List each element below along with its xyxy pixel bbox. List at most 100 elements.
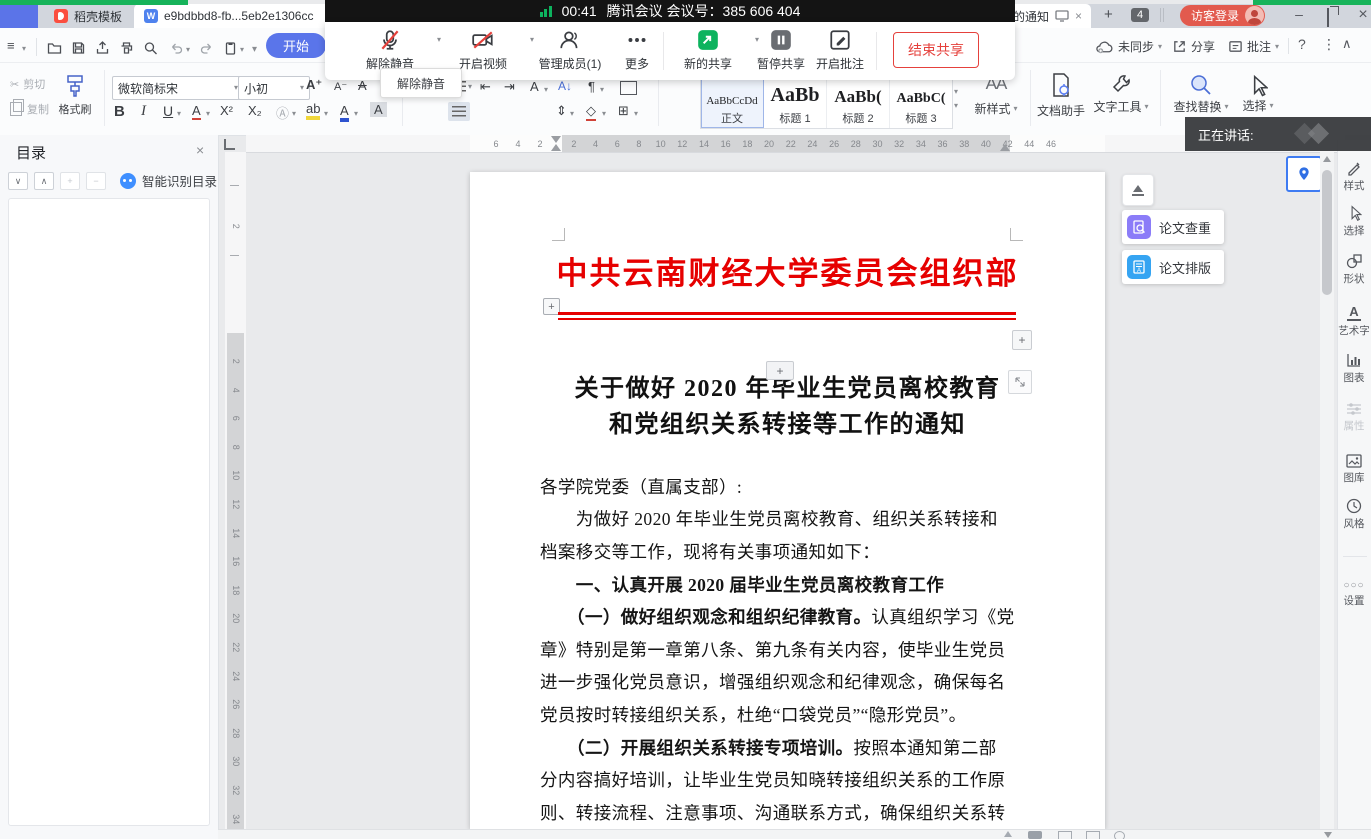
- view-mode-icon[interactable]: [1058, 831, 1072, 839]
- tab-docer-templates[interactable]: 稻壳模板: [44, 4, 132, 28]
- sidebar-item-wordart[interactable]: A 艺术字: [1337, 304, 1371, 338]
- text-tool-button[interactable]: 文字工具▾: [1090, 72, 1152, 115]
- document-page[interactable]: 中共云南财经大学委员会组织部 + + 关于做好 2020 年毕业生党员离校教育 …: [470, 172, 1105, 829]
- wps-home-button[interactable]: [0, 4, 38, 28]
- tab-document[interactable]: W e9bdbbd8-fb...5eb2e1306cc: [134, 4, 334, 28]
- sidebar-item-theme[interactable]: 风格: [1337, 498, 1371, 531]
- hanging-indent-marker[interactable]: [551, 144, 561, 151]
- toc-plus-button[interactable]: +: [60, 172, 80, 190]
- superscript-button[interactable]: X²: [220, 103, 233, 118]
- toc-collapse-button[interactable]: ∧: [34, 172, 54, 190]
- paper-layout-button[interactable]: A 论文排版: [1122, 250, 1224, 284]
- scroll-up-icon[interactable]: [1323, 156, 1331, 162]
- sidebar-item-settings[interactable]: ○○○ 设置: [1337, 580, 1371, 608]
- close-window-button[interactable]: ×: [1352, 6, 1371, 24]
- print-button[interactable]: [118, 40, 135, 56]
- guest-login-button[interactable]: 访客登录: [1180, 5, 1265, 26]
- print-preview-button[interactable]: [142, 40, 159, 56]
- underline-button[interactable]: U: [163, 103, 173, 119]
- gallery-down-icon[interactable]: ▾: [954, 88, 958, 96]
- sync-status-button[interactable]: 未同步 ▾: [1095, 38, 1162, 55]
- more-tools-caret-icon[interactable]: ▾: [252, 45, 257, 55]
- view-mode-icon[interactable]: [1086, 831, 1100, 839]
- tab-list-handle[interactable]: [1160, 8, 1164, 22]
- sidebar-item-gallery[interactable]: 图库: [1337, 454, 1371, 485]
- start-video-button[interactable]: 开启视频: [438, 28, 528, 72]
- menu-icon[interactable]: ≡: [7, 38, 15, 53]
- sidebar-item-shapes[interactable]: 形状: [1337, 254, 1371, 286]
- font-color-button[interactable]: A: [340, 103, 349, 122]
- close-tab-icon[interactable]: ×: [1075, 9, 1082, 23]
- doc-text-line[interactable]: （二）开展组织关系转接专项培训。按照本通知第二部: [540, 731, 1020, 764]
- tab-count-badge[interactable]: 4: [1131, 8, 1149, 22]
- new-style-button[interactable]: AA 新样式▾: [968, 74, 1024, 117]
- sidebar-item-select[interactable]: 选择: [1337, 205, 1371, 238]
- paper-check-button[interactable]: 论文查重: [1122, 210, 1224, 244]
- export-button[interactable]: [94, 40, 111, 56]
- borders-button[interactable]: ⊞: [618, 103, 629, 119]
- doc-text-line[interactable]: 档案移交等工作，现将有关事项通知如下：: [540, 535, 1020, 568]
- caret-icon[interactable]: ▾: [22, 45, 26, 53]
- sidebar-item-styles[interactable]: 样式: [1337, 160, 1371, 193]
- doc-text-line[interactable]: 进一步强化党员意识，增强组织观念和纪律观念，确保每名: [540, 666, 1020, 699]
- first-line-indent-marker[interactable]: [551, 136, 561, 143]
- subscript-button[interactable]: X₂: [248, 103, 262, 118]
- tab-stop-selector[interactable]: [224, 139, 235, 150]
- view-mode-icon[interactable]: [1114, 831, 1125, 839]
- font-name-select[interactable]: 微软简标宋 ▾: [112, 76, 244, 100]
- copy-button[interactable]: 复制: [10, 101, 49, 117]
- cut-button[interactable]: ✂ 剪切: [10, 76, 45, 92]
- decrease-indent-button[interactable]: ⇤: [480, 79, 491, 95]
- italic-button[interactable]: I: [141, 103, 146, 120]
- minimize-button[interactable]: –: [1288, 6, 1310, 22]
- sidebar-item-properties[interactable]: 属性: [1337, 402, 1371, 433]
- sidebar-item-chart[interactable]: 图表: [1337, 352, 1371, 385]
- restore-button[interactable]: [1327, 9, 1329, 27]
- meeting-status-bar[interactable]: 00:41 腾讯会议 会议号：385 606 404: [325, 0, 1015, 22]
- text-direction-button[interactable]: A: [530, 79, 539, 94]
- gallery-more-icon[interactable]: ▾: [954, 102, 958, 110]
- open-file-button[interactable]: [46, 40, 63, 56]
- margin-plus-button[interactable]: +: [1012, 330, 1032, 350]
- char-style-button[interactable]: A: [192, 103, 201, 120]
- show-marks-button[interactable]: ¶: [588, 79, 595, 94]
- toc-expand-button[interactable]: ∨: [8, 172, 28, 190]
- comment-button[interactable]: 批注 ▾: [1228, 38, 1279, 55]
- bold-button[interactable]: B: [114, 103, 125, 120]
- char-shading-button[interactable]: A: [370, 102, 387, 117]
- collapse-tools-button[interactable]: [1122, 174, 1154, 206]
- new-tab-button[interactable]: +: [1104, 6, 1113, 23]
- font-size-select[interactable]: 小初 ▾: [238, 76, 310, 100]
- toc-minus-button[interactable]: −: [86, 172, 106, 190]
- annotate-button[interactable]: 开启批注: [795, 28, 885, 72]
- help-icon[interactable]: ?: [1298, 36, 1306, 52]
- highlight-button[interactable]: ab: [306, 101, 320, 120]
- close-toc-icon[interactable]: ×: [196, 142, 204, 158]
- align-center-button[interactable]: [448, 102, 470, 121]
- decrease-font-button[interactable]: A⁻: [334, 80, 347, 93]
- ribbon-tab-home[interactable]: 开始: [266, 33, 326, 58]
- select-button[interactable]: 选择▾: [1236, 74, 1280, 114]
- unmute-button[interactable]: 解除静音: [345, 28, 435, 72]
- smart-toc-button[interactable]: 智能识别目录: [120, 171, 217, 190]
- style-heading-1[interactable]: AaBb 标题 1: [764, 72, 827, 128]
- doc-assistant-button[interactable]: 文档助手: [1032, 72, 1090, 119]
- doc-text-line[interactable]: 党员按时转接组织关系，杜绝“口袋党员”“隐形党员”。: [540, 698, 1020, 731]
- doc-text-line[interactable]: 章》特别是第一章第八条、第九条有关内容，使毕业生党员: [540, 633, 1020, 666]
- view-mode-icon[interactable]: [1028, 831, 1042, 839]
- text-box-button[interactable]: [620, 81, 637, 95]
- caret-icon[interactable]: ▾: [240, 46, 244, 54]
- view-mode-icon[interactable]: [1004, 831, 1012, 837]
- paste-button[interactable]: [222, 40, 239, 56]
- collapse-ribbon-icon[interactable]: ∧: [1342, 36, 1352, 52]
- right-indent-marker[interactable]: [1000, 144, 1010, 151]
- increase-indent-button[interactable]: ⇥: [504, 79, 515, 95]
- line-spacing-button[interactable]: ⇕: [556, 103, 567, 119]
- undo-button[interactable]: [168, 40, 185, 56]
- clear-format-button[interactable]: A: [358, 78, 367, 93]
- scroll-down-icon[interactable]: [1324, 832, 1332, 838]
- paragraph-shading-button[interactable]: ◇: [586, 103, 596, 121]
- doc-text-line[interactable]: 各学院党委（直属支部）:: [540, 470, 1020, 503]
- char-circle-button[interactable]: Ⓐ: [276, 103, 289, 122]
- end-share-button[interactable]: 结束共享: [893, 32, 979, 68]
